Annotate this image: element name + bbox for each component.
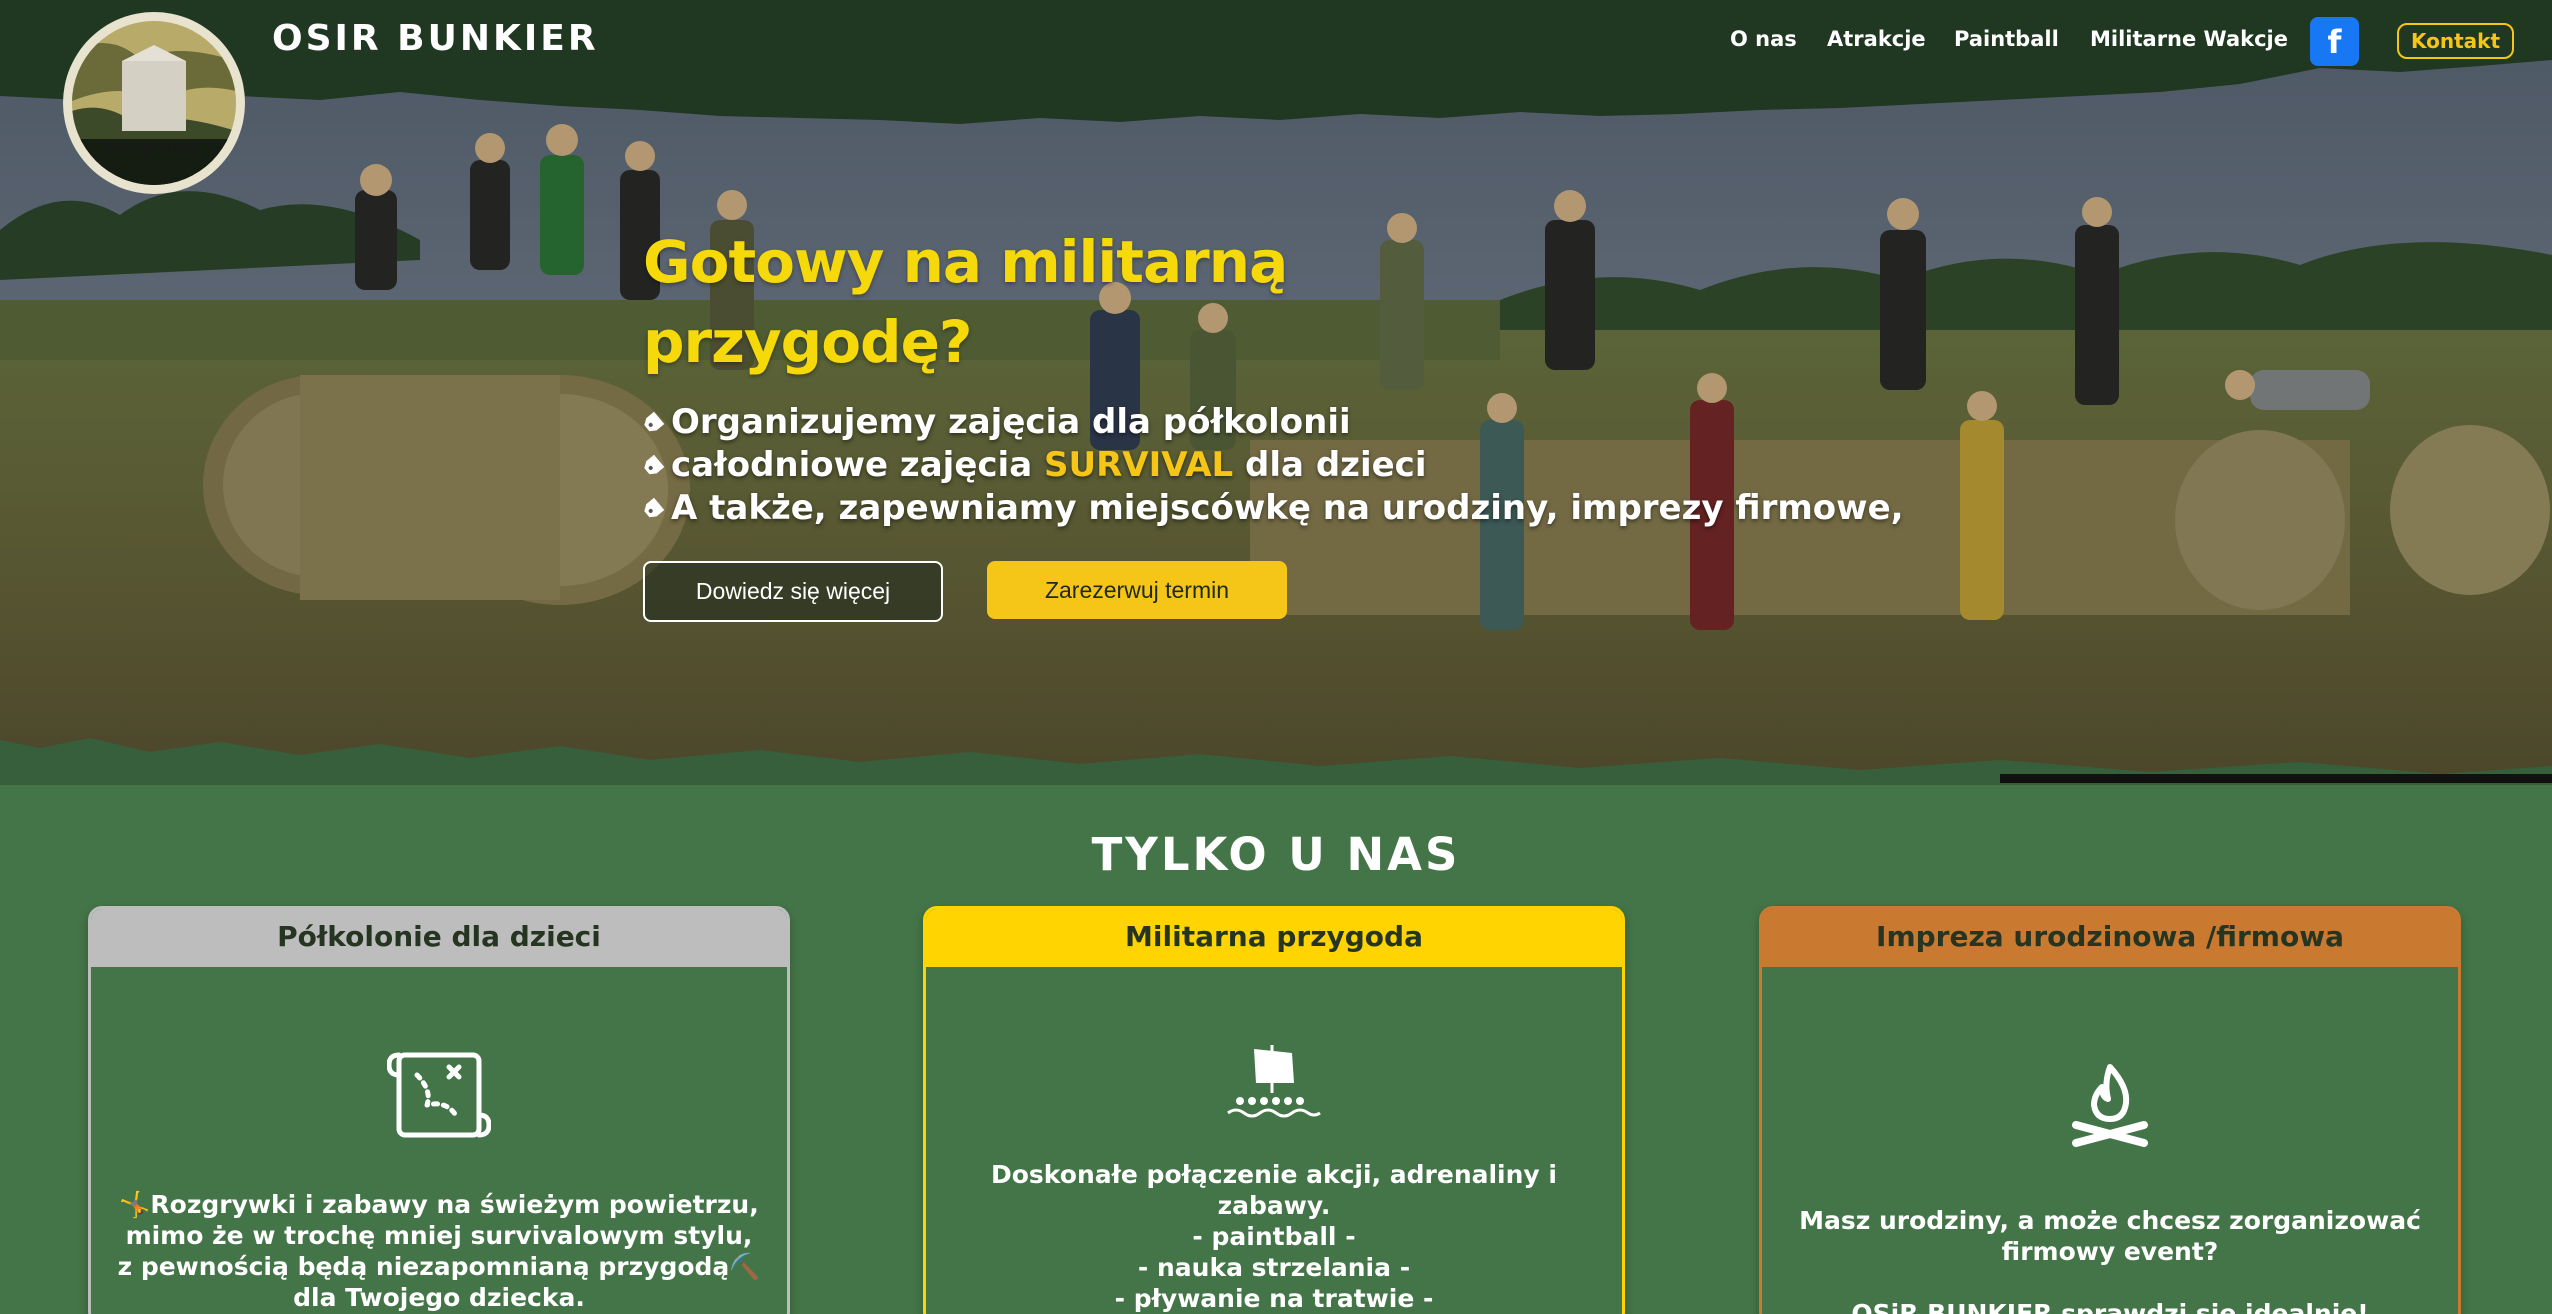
nav-link-paintball[interactable]: Paintball xyxy=(1954,27,2059,51)
hero-section: OSIR BUNKIER OSIR BUNKIER O nas Atrakcje… xyxy=(0,0,2552,785)
hero-bullet: Organizujemy zajęcia dla półkolonii xyxy=(643,401,1904,444)
contact-button[interactable]: Kontakt xyxy=(2397,23,2514,59)
campfire-icon xyxy=(2072,1064,2148,1147)
facebook-icon: f xyxy=(2327,22,2342,61)
card-militarna-przygoda[interactable]: Militarna przygoda Doskonałe połączenie … xyxy=(923,906,1625,1314)
card-title: Impreza urodzinowa /firmowa xyxy=(1762,909,2458,967)
book-date-button[interactable]: Zarezerwuj termin xyxy=(987,561,1287,619)
card-description: Doskonałe połączenie akcji, adrenaliny i… xyxy=(991,1160,1557,1313)
bunker-tower-icon xyxy=(72,21,236,185)
survival-highlight: SURVIVAL xyxy=(1043,445,1234,485)
headline-line-1: Gotowy na militarną xyxy=(643,228,1288,296)
treasure-map-icon xyxy=(387,1052,491,1138)
nav-link-o-nas[interactable]: O nas xyxy=(1730,27,1797,51)
facebook-button[interactable]: f xyxy=(2310,17,2359,66)
section-title: TYLKO U NAS xyxy=(1091,828,1461,881)
hero-bullet-list: Organizujemy zajęcia dla półkolonii cało… xyxy=(643,401,1904,530)
learn-more-button[interactable]: Dowiedz się więcej xyxy=(643,561,943,622)
card-description: Masz urodziny, a może chcesz zorganizowa… xyxy=(1799,1206,2421,1314)
card-description: 🤸Rozgrywki i zabawy na świeżym powietrzu… xyxy=(117,1190,761,1312)
site-title[interactable]: OSIR BUNKIER xyxy=(272,18,599,59)
tag-icon xyxy=(644,411,665,431)
hero-divider xyxy=(2000,774,2552,783)
hero-bullet: A także, zapewniamy miejscówkę na urodzi… xyxy=(643,487,1904,530)
card-impreza[interactable]: Impreza urodzinowa /firmowa Masz urodzin… xyxy=(1759,906,2461,1314)
nav-link-atrakcje[interactable]: Atrakcje xyxy=(1827,27,1926,51)
card-body: Doskonałe połączenie akcji, adrenaliny i… xyxy=(926,967,1622,1314)
logo-camo-image: OSIR BUNKIER xyxy=(72,21,236,185)
card-polkolonie[interactable]: Półkolonie dla dzieci 🤸Rozgrywki i zabaw… xyxy=(88,906,790,1314)
nav-link-militarne-wakcje[interactable]: Militarne Wakcje xyxy=(2090,27,2288,51)
tag-icon xyxy=(644,454,665,474)
site-logo[interactable]: OSIR BUNKIER xyxy=(63,12,245,194)
card-body: 🤸Rozgrywki i zabawy na świeżym powietrzu… xyxy=(91,967,787,1314)
hero-bullet: całodniowe zajęcia SURVIVAL dla dzieci xyxy=(643,444,1904,487)
card-title: Półkolonie dla dzieci xyxy=(91,909,787,967)
hero-headline: Gotowy na militarną przygodę? xyxy=(643,222,1288,382)
headline-line-2: przygodę? xyxy=(643,308,973,376)
card-body: Masz urodziny, a może chcesz zorganizowa… xyxy=(1762,967,2458,1314)
card-title: Militarna przygoda xyxy=(926,909,1622,967)
logo-text: OSIR BUNKIER xyxy=(106,142,202,155)
raft-icon xyxy=(1227,1045,1321,1118)
tag-icon xyxy=(644,497,665,517)
